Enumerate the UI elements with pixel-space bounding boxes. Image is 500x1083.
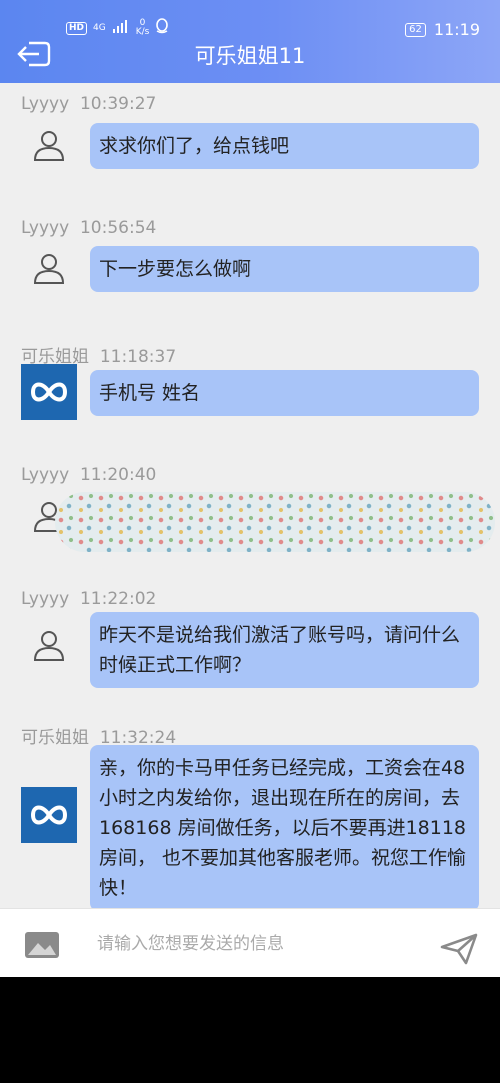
- logo-icon: [30, 805, 68, 825]
- message-meta: Lyyyy 10:56:54: [21, 218, 157, 238]
- message-meta: Lyyyy 10:39:27: [21, 94, 157, 114]
- battery-indicator: 62: [405, 22, 426, 37]
- send-button[interactable]: [440, 933, 478, 965]
- avatar[interactable]: [21, 787, 77, 843]
- header: HD 4G 0 K/s 62 11:19 可乐姐姐11: [0, 0, 500, 83]
- redaction-overlay: [55, 492, 495, 552]
- avatar[interactable]: [21, 240, 77, 296]
- message-input[interactable]: [97, 927, 427, 961]
- user-icon: [33, 254, 65, 284]
- message-bubble[interactable]: 昨天不是说给我们激活了账号吗，请问什么时候正式工作啊？: [90, 612, 479, 688]
- message-bubble[interactable]: 手机号 姓名: [90, 370, 479, 416]
- send-icon: [440, 933, 478, 965]
- image-icon: [25, 932, 59, 958]
- user-icon: [33, 131, 65, 161]
- hd-badge: HD: [66, 21, 88, 35]
- page-title: 可乐姐姐11: [194, 44, 306, 68]
- image-button[interactable]: [24, 931, 60, 959]
- chat-screen: HD 4G 0 K/s 62 11:19 可乐姐姐11 Lyyyy 10:39:…: [0, 0, 500, 977]
- message-bubble[interactable]: 下一步要怎么做啊: [90, 246, 479, 292]
- network-indicator: 4G: [93, 22, 106, 33]
- avatar[interactable]: [21, 364, 77, 420]
- message-meta: Lyyyy 11:20:40: [21, 465, 157, 485]
- message-meta: Lyyyy 11:22:02: [21, 589, 157, 609]
- message-bubble[interactable]: 亲，你的卡马甲任务已经完成，工资会在48小时之内发给你，退出现在所在的房间，去 …: [90, 745, 479, 911]
- bottom-black-area: [0, 977, 500, 1083]
- user-icon: [33, 631, 65, 661]
- net-speed: 0 K/s: [135, 18, 150, 37]
- message-bubble[interactable]: 求求你们了，给点钱吧: [90, 123, 479, 169]
- qq-icon: [155, 18, 169, 38]
- avatar[interactable]: [21, 117, 77, 173]
- logo-icon: [30, 382, 68, 402]
- signal-icon: [112, 19, 130, 37]
- avatar[interactable]: [21, 617, 77, 673]
- input-bar: [0, 908, 500, 977]
- clock: 11:19: [433, 20, 480, 39]
